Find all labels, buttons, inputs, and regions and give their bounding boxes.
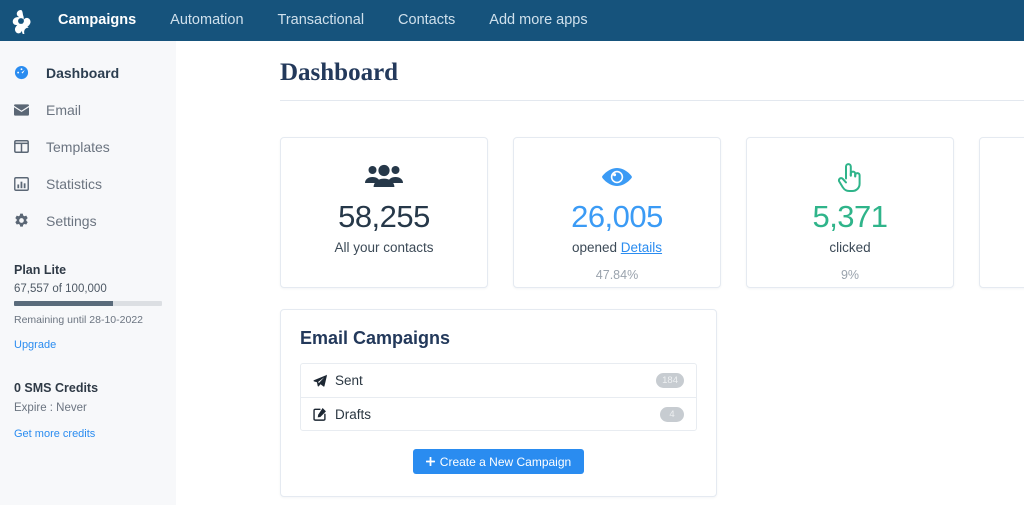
panel-cta-area: Create a New Campaign: [300, 449, 697, 474]
plan-title: Plan Lite: [14, 263, 67, 277]
nav-item-add-more-apps[interactable]: Add more apps: [472, 0, 604, 41]
main-content: Dashboard 58,255 All your contacts 26,00…: [176, 41, 1024, 509]
stat-label: clicked: [829, 240, 871, 255]
sidebar-item-label: Templates: [46, 138, 110, 155]
sidebar-item-label: Statistics: [46, 175, 103, 192]
sms-credits-section: 0 SMS Credits Expire : Never Get more cr…: [0, 353, 176, 442]
campaign-row-badge: 4: [660, 406, 684, 422]
plan-remaining-text: Remaining until 28-10-2022: [14, 314, 143, 326]
pointing-hand-icon: [835, 159, 865, 195]
plan-usage-text: 67,557 of 100,000: [14, 283, 107, 295]
email-campaigns-panel: Email Campaigns Sent 184 Drafts 4 Create…: [280, 309, 717, 497]
campaign-row-drafts[interactable]: Drafts 4: [301, 397, 696, 430]
page-title: Dashboard: [280, 59, 399, 86]
sms-credits-title: 0 SMS Credits: [14, 381, 99, 395]
plan-progress-bar: [14, 301, 162, 306]
eye-icon: [599, 159, 635, 195]
stat-label-text: opened: [571, 240, 618, 255]
sidebar-item-templates[interactable]: Templates: [0, 128, 176, 165]
stat-value: 26,005: [571, 199, 663, 234]
pinwheel-logo-icon: [8, 8, 34, 34]
campaign-row-label: Sent: [335, 373, 363, 388]
stat-value: 5,371: [812, 199, 888, 234]
get-more-credits-link[interactable]: Get more credits: [14, 428, 95, 440]
app-root: Campaigns Automation Transactional Conta…: [0, 0, 1024, 509]
campaign-rows: Sent 184 Drafts 4: [300, 363, 697, 431]
stat-card-contacts[interactable]: 58,255 All your contacts: [280, 137, 488, 288]
sidebar-item-label: Dashboard: [46, 64, 120, 81]
sidebar-item-label: Settings: [46, 212, 97, 229]
sidebar-item-settings[interactable]: Settings: [0, 202, 176, 239]
stat-sub: 9%: [840, 268, 860, 282]
campaign-row-label: Drafts: [335, 406, 372, 422]
nav-item-transactional[interactable]: Transactional: [261, 0, 382, 41]
users-group-icon: [364, 159, 404, 195]
nav-item-campaigns[interactable]: Campaigns: [41, 0, 153, 41]
sidebar-item-dashboard[interactable]: Dashboard: [0, 54, 176, 91]
top-navigation-bar: Campaigns Automation Transactional Conta…: [0, 0, 1024, 41]
title-divider: [280, 100, 1024, 101]
top-nav-items: Campaigns Automation Transactional Conta…: [41, 0, 605, 41]
brand-logo[interactable]: [0, 0, 41, 41]
plan-progress-fill: [14, 301, 114, 306]
campaign-row-badge: 184: [656, 373, 684, 388]
create-new-campaign-label: Create a New Campaign: [439, 454, 572, 469]
stat-card-opened[interactable]: 26,005 opened Details 47.84%: [513, 137, 721, 288]
speedometer-icon: [14, 65, 36, 80]
nav-item-contacts[interactable]: Contacts: [381, 0, 472, 41]
gear-icon: [14, 213, 36, 228]
stat-value: 58,255: [338, 199, 430, 234]
stat-cards-row: 58,255 All your contacts 26,005 opened D…: [280, 137, 1024, 288]
plan-section: Plan Lite 67,557 of 100,000 Remaining un…: [0, 239, 176, 353]
details-link[interactable]: Details: [621, 240, 662, 255]
columns-icon: [14, 140, 36, 153]
sms-credits-expire: Expire : Never: [14, 402, 87, 414]
nav-item-automation[interactable]: Automation: [153, 0, 260, 41]
create-new-campaign-button[interactable]: Create a New Campaign: [412, 449, 585, 474]
sidebar: Dashboard Email Templates Statistics Set…: [0, 41, 176, 505]
sidebar-nav-list: Dashboard Email Templates Statistics Set…: [0, 41, 176, 239]
plus-icon: [425, 455, 435, 469]
stat-card-clicked[interactable]: 5,371 clicked 9%: [746, 137, 954, 288]
panel-title: Email Campaigns: [300, 328, 451, 348]
stat-card-overflow[interactable]: [979, 137, 1024, 288]
stat-label: opened Details: [572, 240, 662, 255]
sidebar-item-label: Email: [46, 101, 82, 118]
sidebar-item-email[interactable]: Email: [0, 91, 176, 128]
stat-label: All your contacts: [334, 240, 434, 255]
paper-plane-icon: [313, 374, 331, 388]
upgrade-link[interactable]: Upgrade: [14, 339, 56, 351]
sidebar-item-statistics[interactable]: Statistics: [0, 165, 176, 202]
stat-sub: 47.84%: [595, 268, 639, 282]
bar-chart-icon: [14, 176, 36, 191]
pencil-square-icon: [313, 407, 331, 421]
envelope-icon: [14, 103, 36, 116]
campaign-row-sent[interactable]: Sent 184: [301, 364, 696, 397]
